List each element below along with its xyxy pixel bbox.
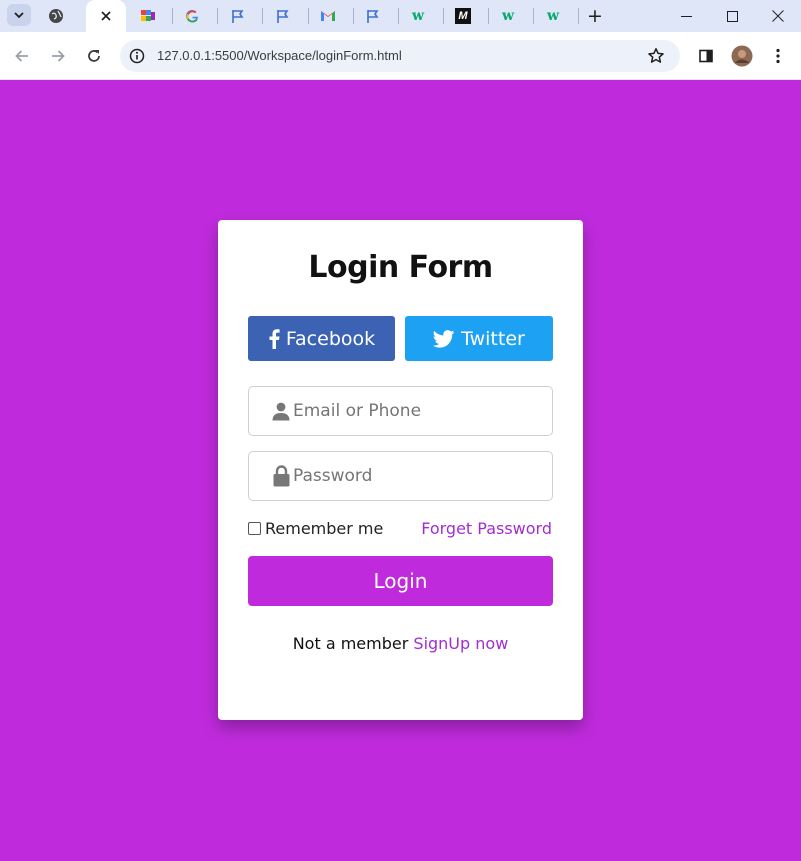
colorful-app-icon: [141, 10, 155, 21]
info-icon[interactable]: [129, 48, 145, 64]
tab-separator: [578, 8, 579, 24]
twitter-label: Twitter: [461, 327, 525, 350]
m-logo-icon: M: [455, 8, 471, 24]
tab-flag-3[interactable]: [361, 0, 385, 32]
gmail-icon: [321, 11, 335, 21]
avatar: [731, 45, 753, 67]
login-button[interactable]: Login: [248, 556, 553, 606]
tab-gmail[interactable]: [316, 0, 340, 32]
flag-icon: [232, 9, 244, 23]
password-field[interactable]: [248, 451, 553, 501]
browser-toolbar: 127.0.0.1:5500/Workspace/loginForm.html: [0, 32, 801, 80]
tab-app[interactable]: [136, 0, 160, 32]
tab-separator: [443, 8, 444, 24]
google-icon: [185, 9, 198, 23]
plus-icon: +: [587, 5, 603, 27]
twitter-icon: [433, 329, 455, 348]
tab-active[interactable]: [86, 0, 126, 32]
address-bar[interactable]: 127.0.0.1:5500/Workspace/loginForm.html: [120, 40, 680, 72]
signup-link[interactable]: SignUp now: [413, 634, 508, 653]
flag-icon: [367, 9, 379, 23]
tab-m-logo[interactable]: M: [451, 0, 475, 32]
arrow-left-icon: [15, 50, 28, 62]
facebook-label: Facebook: [285, 327, 376, 350]
maximize-icon: [726, 10, 738, 22]
email-field[interactable]: [248, 386, 553, 436]
reload-icon: [88, 50, 100, 62]
flag-icon: [277, 9, 289, 23]
tab-separator: [262, 8, 263, 24]
tab-separator: [488, 8, 489, 24]
signup-line: Not a member SignUp now: [218, 634, 583, 653]
tab-w3schools-2[interactable]: w: [496, 0, 520, 32]
side-panel-icon: [699, 49, 713, 63]
tab-flag-1[interactable]: [226, 0, 250, 32]
login-card: Login Form Facebook Twitter Remember me …: [218, 220, 583, 720]
tab-search-button[interactable]: [7, 4, 31, 26]
url-text[interactable]: 127.0.0.1:5500/Workspace/loginForm.html: [157, 48, 402, 63]
forward-button[interactable]: [44, 42, 72, 70]
twitter-login-button[interactable]: Twitter: [405, 316, 553, 361]
close-icon: [772, 10, 784, 22]
side-panel-button[interactable]: [692, 42, 720, 70]
tab-separator: [308, 8, 309, 24]
reload-button[interactable]: [80, 42, 108, 70]
minimize-button[interactable]: [663, 0, 709, 32]
tab-separator: [398, 8, 399, 24]
remember-checkbox[interactable]: [248, 522, 261, 535]
w3schools-icon: w: [411, 8, 425, 24]
tab-separator: [172, 8, 173, 24]
globe-icon: [49, 9, 63, 23]
tab-google[interactable]: [180, 0, 204, 32]
email-input[interactable]: [293, 387, 543, 435]
chevron-down-icon: [14, 12, 24, 19]
facebook-icon: [269, 329, 280, 349]
window-close-button[interactable]: [755, 0, 801, 32]
tab-w3schools-3[interactable]: w: [541, 0, 565, 32]
page-title: Login Form: [308, 250, 493, 285]
tab-separator: [533, 8, 534, 24]
tab-globe[interactable]: [40, 0, 72, 32]
password-input[interactable]: [293, 452, 543, 500]
tab-strip: w M w w +: [0, 0, 801, 32]
remember-me[interactable]: Remember me: [248, 519, 383, 538]
star-icon[interactable]: [647, 47, 665, 65]
w3schools-icon: w: [501, 8, 515, 24]
maximize-button[interactable]: [709, 0, 755, 32]
lock-icon: [271, 464, 291, 488]
kebab-menu-icon: [776, 48, 780, 64]
new-tab-button[interactable]: +: [584, 0, 606, 32]
user-icon: [271, 399, 291, 423]
profile-button[interactable]: [728, 42, 756, 70]
facebook-login-button[interactable]: Facebook: [248, 316, 395, 361]
close-icon[interactable]: [100, 10, 112, 22]
remember-label: Remember me: [265, 519, 384, 538]
tab-separator: [217, 8, 218, 24]
minimize-icon: [680, 15, 692, 17]
tab-w3schools-1[interactable]: w: [406, 0, 430, 32]
menu-button[interactable]: [764, 42, 792, 70]
tab-flag-2[interactable]: [271, 0, 295, 32]
tab-separator: [353, 8, 354, 24]
w3schools-icon: w: [546, 8, 560, 24]
back-button[interactable]: [8, 42, 36, 70]
forgot-password-link[interactable]: Forget Password: [421, 519, 552, 538]
signup-prefix: Not a member: [292, 634, 409, 653]
arrow-right-icon: [52, 50, 65, 62]
